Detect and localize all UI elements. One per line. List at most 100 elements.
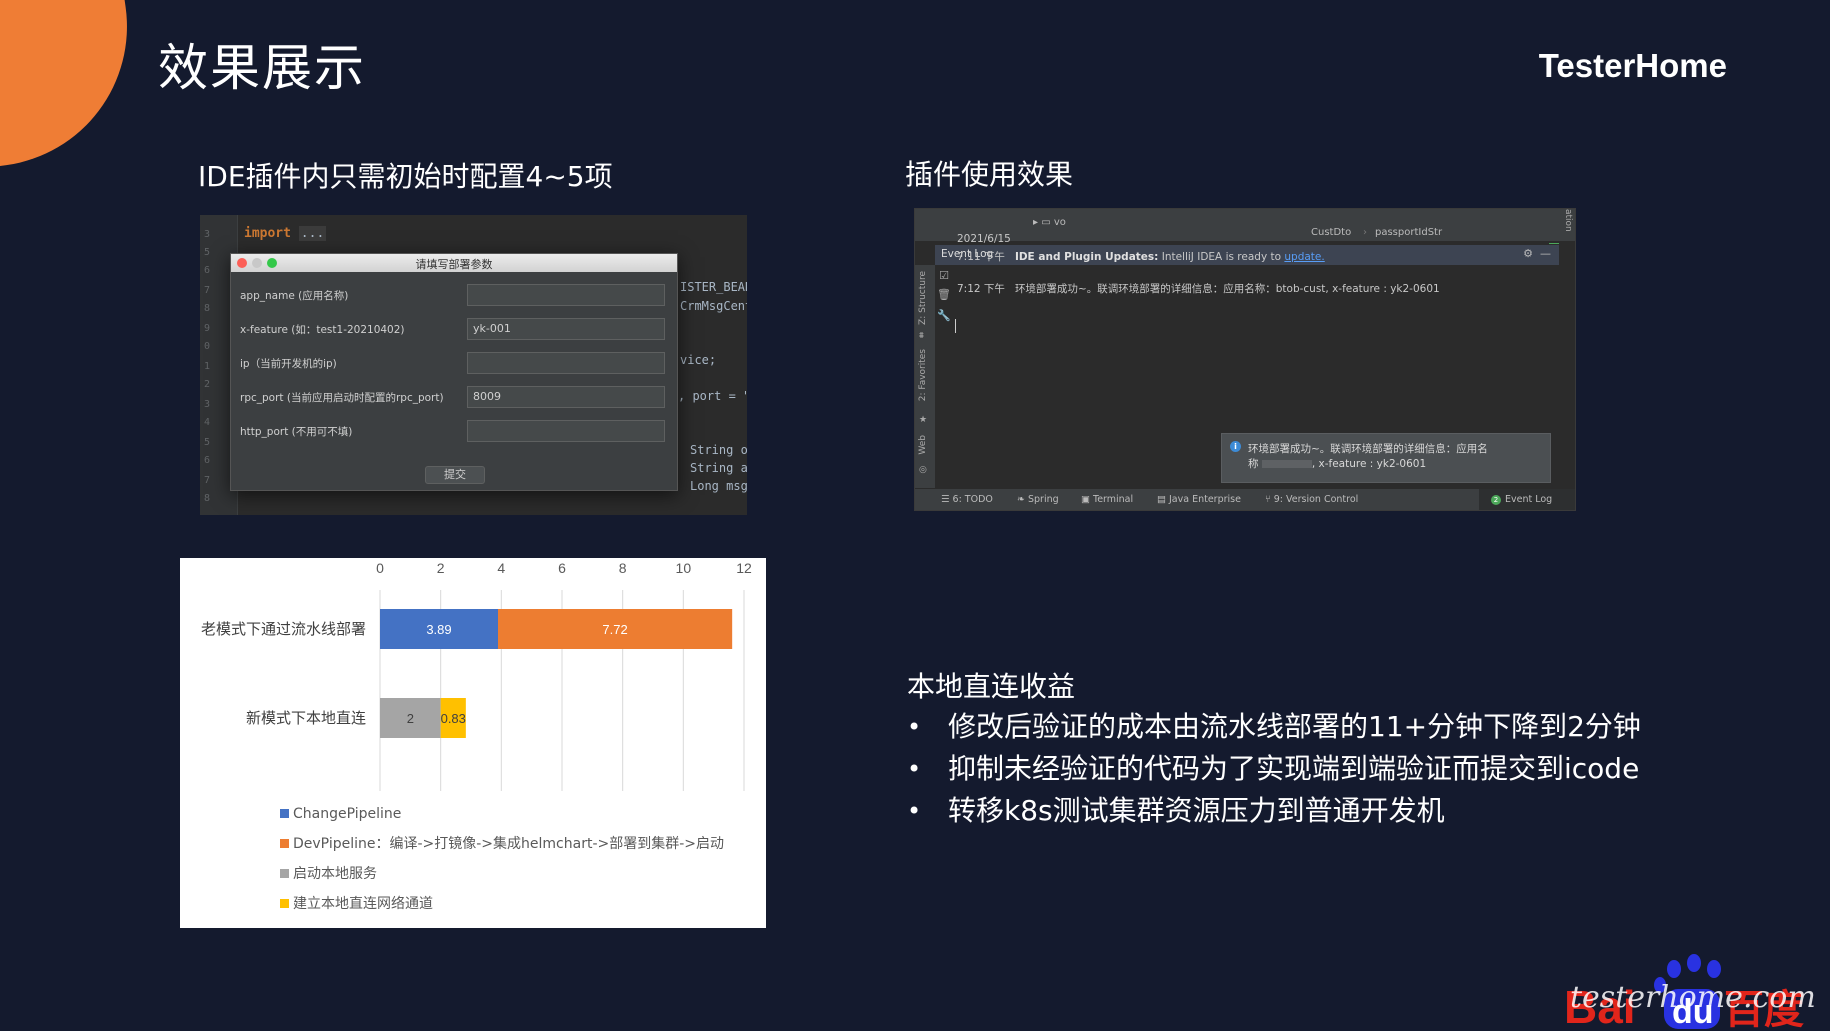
log-entry-updates: 7:11 下午 IDE and Plugin Updates: IntelliJ… — [957, 251, 1325, 263]
deploy-params-dialog: 请填写部署参数 app_name (应用名称) x-feature (如：tes… — [230, 253, 678, 491]
data-label: 7.72 — [602, 622, 627, 637]
legend-swatch — [280, 899, 289, 908]
update-link[interactable]: update. — [1284, 251, 1324, 263]
code-import-line: import ... — [244, 226, 327, 241]
breadcrumb-passportidstr[interactable]: passportIdStr — [1375, 227, 1442, 238]
x-feature-label: x-feature (如：test1-20210402) — [240, 324, 405, 336]
rpc-port-input[interactable]: 8009 — [467, 386, 665, 408]
spring-tab[interactable]: ❧ Spring — [1017, 494, 1059, 505]
event-log-tab[interactable]: 2 Event Log — [1479, 489, 1575, 510]
corner-accent-shape — [0, 0, 146, 173]
x-feature-row: x-feature (如：test1-20210402) yk-001 — [240, 318, 665, 340]
data-label: 3.89 — [426, 622, 451, 637]
web-tab[interactable]: Web — [918, 435, 928, 455]
code-fragment: CrmMsgCent — [680, 299, 747, 313]
redacted-block — [1261, 460, 1312, 468]
app-name-input[interactable] — [467, 284, 665, 306]
bottom-tool-strip: ☰ 6: TODO ❧ Spring ▣ Terminal ▤ Java Ent… — [915, 488, 1575, 510]
deploy-notification-balloon[interactable]: i 环境部署成功~。联调环境部署的详细信息：应用名 称 , x-feature … — [1221, 433, 1551, 483]
code-fragment: String o — [690, 443, 747, 457]
breadcrumb-custdto[interactable]: CustDto — [1311, 227, 1351, 238]
log-entry-deploy: 7:12 下午 环境部署成功~。联调环境部署的详细信息：应用名称：btob-cu… — [957, 283, 1440, 295]
submit-button[interactable]: 提交 — [425, 466, 485, 484]
code-fragment: ISTER_BEAN — [680, 280, 747, 294]
benefit-item: 转移k8s测试集群资源压力到普通开发机 — [907, 790, 1641, 832]
baidu-logo: Bai du 百度 testerhome.com — [1564, 941, 1830, 1031]
event-log-screenshot: ▸ ▭ vo CustDto › passportIdStr ation Eve… — [914, 208, 1576, 511]
http-port-row: http_port (不用可不填) — [240, 420, 665, 442]
slide-title: 效果展示 — [158, 39, 366, 97]
text-cursor — [955, 319, 956, 333]
ide-config-screenshot: 3 5 6 7 8 9 0 1 2 3 4 5 6 7 8 import ...… — [200, 215, 747, 515]
x-tick-label: 6 — [558, 560, 566, 576]
favorites-tab[interactable]: 2: Favorites — [918, 349, 928, 401]
x-tick-label: 2 — [437, 560, 445, 576]
mark-read-icon[interactable]: ☑ — [937, 269, 951, 282]
data-label: 2 — [407, 711, 414, 726]
notification-line-2: 称 , x-feature : yk2-0601 — [1248, 458, 1427, 470]
bar-chart-svg: 0 2 4 6 8 10 12 老模式下通过流水线部署 3.89 7.72 新模式下本地直连 2 0.8… — [201, 560, 752, 912]
legend-label: 启动本地服务 — [293, 866, 377, 882]
x-tick-label: 8 — [619, 560, 627, 576]
http-port-label: http_port (不用可不填) — [240, 426, 353, 438]
benefits-list: 修改后验证的成本由流水线部署的11+分钟下降到2分钟 抑制未经验证的代码为了实现… — [907, 706, 1641, 832]
deploy-time-chart: 0 2 4 6 8 10 12 老模式下通过流水线部署 3.89 7.72 新模式下本地直连 2 0.8… — [180, 558, 766, 928]
ip-input[interactable] — [467, 352, 665, 374]
benefits-title: 本地直连收益 — [907, 670, 1076, 703]
app-name-label: app_name (应用名称) — [240, 290, 349, 302]
trash-icon[interactable]: 🗑 — [937, 288, 951, 301]
code-fragment: Long msg — [690, 479, 747, 493]
legend-label: ChangePipeline — [293, 806, 401, 822]
event-log-tools: ☑ 🗑 🔧 — [937, 269, 951, 328]
log-date: 2021/6/15 — [957, 233, 1011, 245]
data-label: 0.83 — [441, 711, 466, 726]
notification-line-1: 环境部署成功~。联调环境部署的详细信息：应用名 — [1248, 443, 1488, 455]
http-port-input[interactable] — [467, 420, 665, 442]
watermark-text: testerhome.com — [1570, 980, 1816, 1015]
version-control-tab[interactable]: ⑂ 9: Version Control — [1265, 494, 1358, 505]
category-label: 新模式下本地直连 — [246, 709, 366, 727]
java-enterprise-tab[interactable]: ▤ Java Enterprise — [1157, 494, 1241, 505]
benefit-item: 抑制未经验证的代码为了实现端到端验证而提交到icode — [907, 748, 1641, 790]
tree-folder-vo[interactable]: ▸ ▭ vo — [1033, 217, 1066, 228]
gear-icon[interactable]: ⚙ — [1523, 247, 1533, 260]
brand-logo-text: TesterHome — [1538, 47, 1727, 84]
info-icon: i — [1230, 441, 1241, 452]
rpc-port-label: rpc_port (当前应用启动时配置的rpc_port) — [240, 392, 444, 404]
star-icon: ★ — [919, 415, 928, 425]
event-count-badge: 2 — [1491, 495, 1501, 505]
rpc-port-row: rpc_port (当前应用启动时配置的rpc_port) 8009 — [240, 386, 665, 408]
minimize-icon[interactable]: — — [1540, 247, 1551, 260]
legend-swatch — [280, 869, 289, 878]
x-tick-label: 4 — [497, 560, 505, 576]
web-icon: ◎ — [919, 465, 927, 475]
dialog-title: 请填写部署参数 — [415, 258, 493, 271]
terminal-tab[interactable]: ▣ Terminal — [1081, 494, 1133, 505]
code-fragment: String a — [690, 461, 747, 475]
breadcrumb-separator: › — [1363, 227, 1367, 238]
wrench-icon[interactable]: 🔧 — [937, 309, 951, 322]
project-tree-strip: ▸ ▭ vo CustDto › passportIdStr ation — [915, 209, 1575, 241]
x-tick-label: 0 — [376, 560, 384, 576]
code-fragment: vice; — [680, 353, 717, 367]
category-label: 老模式下通过流水线部署 — [201, 620, 366, 638]
status-indicator — [1549, 243, 1559, 244]
legend-swatch — [280, 809, 289, 818]
legend-swatch — [280, 839, 289, 848]
ip-row: ip（当前开发机的ip) — [240, 352, 665, 374]
app-name-row: app_name (应用名称) — [240, 284, 665, 306]
legend-label: 建立本地直连网络通道 — [293, 895, 433, 912]
legend-label: DevPipeline：编译->打镜像->集成helmchart->部署到集群-… — [293, 835, 724, 852]
dialog-titlebar: 请填写部署参数 — [231, 254, 677, 272]
left-section-title: IDE插件内只需初始时配置4~5项 — [198, 160, 613, 193]
todo-tab[interactable]: ☰ 6: TODO — [941, 494, 993, 505]
left-tool-strip: Z: Structure ⩩ 2: Favorites ★ Web ◎ — [915, 265, 935, 488]
x-feature-input[interactable]: yk-001 — [467, 318, 665, 340]
structure-icon: ⩩ — [919, 331, 924, 341]
code-fold-marker[interactable]: ... — [298, 226, 327, 241]
side-label: ation — [1563, 209, 1573, 232]
structure-tab[interactable]: Z: Structure — [918, 271, 928, 325]
x-tick-label: 12 — [736, 560, 752, 576]
code-fragment: , port = " — [678, 389, 747, 403]
right-section-title: 插件使用效果 — [905, 158, 1074, 191]
